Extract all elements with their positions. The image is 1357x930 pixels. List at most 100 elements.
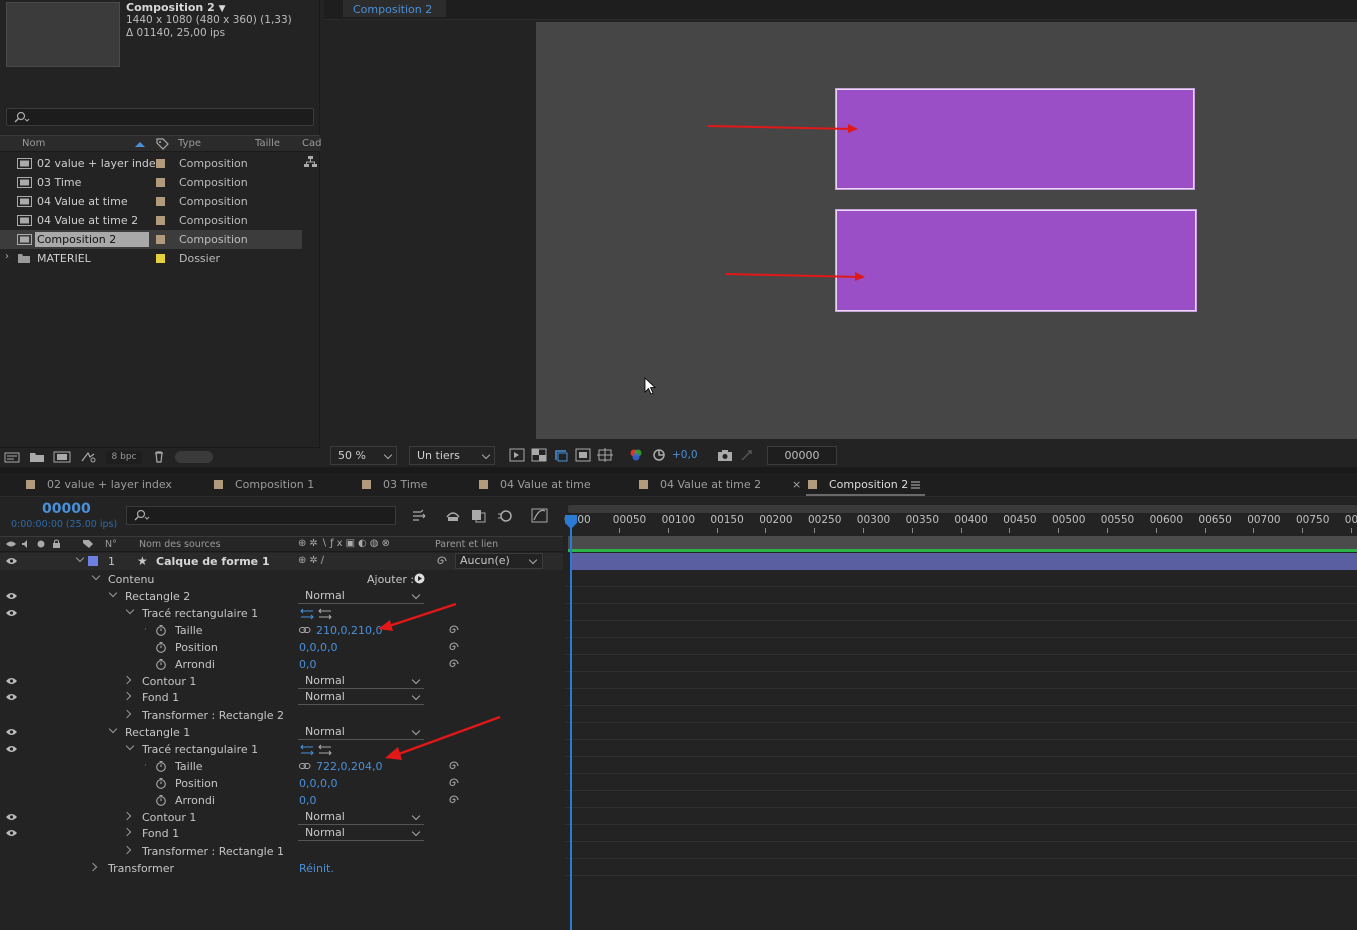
zoom-dropdown[interactable]: 50 % xyxy=(330,446,397,465)
region-of-interest-icon[interactable] xyxy=(575,448,591,462)
close-tab-icon[interactable]: × xyxy=(792,478,801,491)
graph-editor-icon[interactable] xyxy=(531,508,548,523)
col-name[interactable]: Nom xyxy=(22,138,45,149)
property-row-contents[interactable]: Contenu Ajouter : xyxy=(0,571,563,588)
timeline-tab-active[interactable]: Composition 2 xyxy=(808,478,908,491)
timeline-search-input[interactable] xyxy=(126,506,396,525)
transparency-grid-icon[interactable] xyxy=(531,448,547,462)
layer-row[interactable]: 1 ★ Calque de forme 1 ⊕✲∕ Aucun(e) xyxy=(0,553,563,570)
chevron-right-icon[interactable] xyxy=(122,691,132,701)
property-row-size[interactable]: · Taille 210,0,210,0 xyxy=(0,622,563,639)
shape-rectangle-bottom[interactable] xyxy=(836,210,1196,311)
stopwatch-icon[interactable] xyxy=(155,658,167,670)
property-row-stroke[interactable]: Contour 1 Normal xyxy=(0,809,563,826)
timeline-tab[interactable]: 04 Value at time xyxy=(479,478,591,491)
eye-icon[interactable] xyxy=(6,728,17,736)
audio-header-icon[interactable] xyxy=(21,539,31,549)
chevron-down-icon[interactable] xyxy=(91,571,101,581)
composition-canvas[interactable] xyxy=(536,22,1357,439)
layer-label-color[interactable] xyxy=(88,556,98,566)
chevron-down-icon[interactable] xyxy=(108,588,118,598)
label-color-swatch[interactable] xyxy=(156,216,165,225)
chevron-right-icon[interactable] xyxy=(88,862,98,872)
label-color-swatch[interactable] xyxy=(156,197,165,206)
chevron-right-icon[interactable] xyxy=(122,675,132,685)
lock-header-icon[interactable] xyxy=(52,539,61,549)
path-direction-icon[interactable] xyxy=(300,608,334,620)
mask-visibility-icon[interactable] xyxy=(553,448,569,462)
comp-title-dropdown-icon[interactable]: ▼ xyxy=(219,4,226,14)
project-item[interactable]: 02 value + layer index Composition xyxy=(0,154,302,173)
parent-pickwhip-icon[interactable] xyxy=(436,555,448,567)
current-time-display[interactable]: 00000 xyxy=(42,501,91,517)
timeline-tab[interactable]: 03 Time xyxy=(362,478,427,491)
roundness-value[interactable]: 0,0 xyxy=(299,794,317,807)
position-value[interactable]: 0,0,0,0 xyxy=(299,777,337,790)
blend-mode-dropdown[interactable]: Normal xyxy=(298,690,424,705)
property-row-roundness[interactable]: Arrondi 0,0 xyxy=(0,792,563,809)
property-row-position[interactable]: Position 0,0,0,0 xyxy=(0,775,563,792)
eye-icon[interactable] xyxy=(6,609,17,617)
trash-icon[interactable] xyxy=(153,450,165,463)
thumbnail-slider[interactable] xyxy=(175,451,213,463)
comp-title[interactable]: Composition 2 ▼ xyxy=(126,1,226,14)
project-item[interactable]: › MATERIEL Dossier xyxy=(0,249,302,268)
blend-mode-dropdown[interactable]: Normal xyxy=(298,826,424,841)
col-size[interactable]: Taille xyxy=(255,138,280,149)
playhead-marker-icon[interactable] xyxy=(563,515,579,537)
project-search-input[interactable] xyxy=(6,108,314,126)
label-tag-icon[interactable] xyxy=(155,137,169,150)
video-switch-header-icon[interactable] xyxy=(6,540,16,548)
project-item[interactable]: Composition 2 Composition xyxy=(0,230,302,249)
constrain-proportions-icon[interactable] xyxy=(299,627,311,634)
chevron-down-icon[interactable] xyxy=(108,724,118,734)
timeline-tab[interactable]: 02 value + layer index xyxy=(26,478,172,491)
current-frame-display[interactable]: 00000 xyxy=(767,446,837,465)
layer-duration-bar[interactable] xyxy=(570,553,1357,570)
property-row-group[interactable]: Rectangle 2 Normal xyxy=(0,588,563,605)
roundness-value[interactable]: 0,0 xyxy=(299,658,317,671)
timeline-tab[interactable]: 04 Value at time 2 xyxy=(639,478,761,491)
property-row-stroke[interactable]: Contour 1 Normal xyxy=(0,673,563,690)
eye-icon[interactable] xyxy=(6,557,17,565)
composition-flowchart-icon[interactable] xyxy=(411,509,427,523)
property-row-roundness[interactable]: Arrondi 0,0 xyxy=(0,656,563,673)
add-shape-icon[interactable] xyxy=(414,573,425,584)
sort-up-icon[interactable] xyxy=(134,140,146,148)
new-folder-icon[interactable] xyxy=(29,451,45,463)
timeline-tab[interactable]: Composition 1 xyxy=(214,478,314,491)
interpret-footage-icon[interactable] xyxy=(4,451,20,463)
chevron-right-icon[interactable]: › xyxy=(5,251,9,262)
constrain-proportions-icon[interactable] xyxy=(299,763,311,770)
eye-icon[interactable] xyxy=(6,829,17,837)
expression-pickwhip-icon[interactable] xyxy=(448,641,460,653)
eye-icon[interactable] xyxy=(6,745,17,753)
expression-pickwhip-icon[interactable] xyxy=(448,658,460,670)
resolution-dropdown[interactable]: Un tiers xyxy=(409,446,495,465)
layer-switches-icon[interactable]: ⊕✲∕ xyxy=(298,555,327,566)
exposure-value[interactable]: +0,0 xyxy=(672,449,698,461)
blend-mode-dropdown[interactable]: Normal xyxy=(298,674,424,689)
show-snapshot-icon[interactable] xyxy=(739,448,755,462)
eye-icon[interactable] xyxy=(6,813,17,821)
col-source-name[interactable]: Nom des sources xyxy=(139,539,221,550)
bit-depth-button[interactable]: 8 bpc xyxy=(106,451,142,464)
shape-rectangle-top[interactable] xyxy=(836,89,1194,189)
eye-icon[interactable] xyxy=(6,677,17,685)
channels-icon[interactable] xyxy=(629,448,643,462)
new-composition-icon[interactable] xyxy=(53,451,71,463)
property-row-position[interactable]: Position 0,0,0,0 xyxy=(0,639,563,656)
chevron-right-icon[interactable] xyxy=(122,811,132,821)
col-parent[interactable]: Parent et lien xyxy=(435,539,498,550)
stopwatch-icon[interactable] xyxy=(155,760,167,772)
frame-blending-icon[interactable] xyxy=(471,509,487,523)
reset-transform-link[interactable]: Réinit. xyxy=(299,862,334,875)
eye-icon[interactable] xyxy=(6,592,17,600)
stopwatch-icon[interactable] xyxy=(155,624,167,636)
eye-icon[interactable] xyxy=(6,693,17,701)
blend-mode-dropdown[interactable]: Normal xyxy=(298,810,424,825)
viewer-tab-composition[interactable]: Composition 2 xyxy=(343,0,446,17)
snapshot-camera-icon[interactable] xyxy=(717,448,733,462)
panel-menu-icon[interactable] xyxy=(911,481,920,489)
path-direction-icon[interactable] xyxy=(300,744,334,756)
